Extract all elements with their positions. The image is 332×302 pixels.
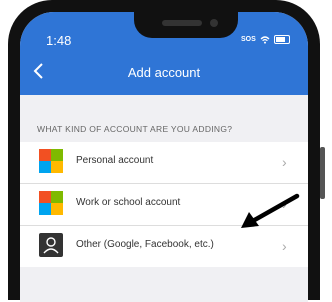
page-title: Add account [127,65,201,80]
person-icon [39,233,63,257]
account-option-label: Other (Google, Facebook, etc.) [76,239,214,250]
phone-frame: 1:48 SOS Add account WHAT KIND OF ACCOUN… [0,0,332,302]
front-camera [210,19,218,27]
wifi-icon [260,35,270,44]
network-label: SOS [241,36,256,43]
microsoft-logo-icon [39,149,63,173]
speaker-grille [162,20,202,26]
section-label: WHAT KIND OF ACCOUNT ARE YOU ADDING? [37,124,233,134]
account-option-personal[interactable]: Personal account › [20,142,308,184]
battery-icon [273,35,290,44]
account-option-label: Work or school account [76,197,181,208]
back-button[interactable] [28,62,48,86]
chevron-right-icon: › [282,238,287,254]
app-header: 1:48 SOS Add account [20,12,308,95]
account-option-other[interactable]: Other (Google, Facebook, etc.) › [20,226,308,267]
chevron-right-icon: › [282,154,287,170]
account-option-label: Personal account [76,155,154,166]
phone-screen: 1:48 SOS Add account WHAT KIND OF ACCOUN… [20,12,308,302]
microsoft-logo-icon [39,191,63,215]
pointer-arrow-icon [241,193,300,228]
chevron-left-icon [33,63,43,79]
phone-notch [134,12,238,38]
status-indicators: SOS [241,35,290,44]
phone-side-button [320,147,325,199]
status-time: 1:48 [46,33,72,48]
